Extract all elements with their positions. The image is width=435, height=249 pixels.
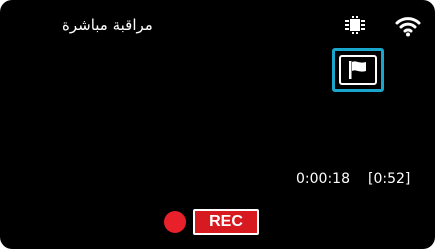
flag-icon <box>349 61 366 79</box>
record-dot-icon <box>164 211 186 233</box>
live-monitor-screen: مراقبة مباشرة 0:00:18 [0:52] REC <box>0 0 435 249</box>
chip-icon <box>345 16 365 34</box>
remaining-time: [0:52] <box>368 171 411 187</box>
flag-button[interactable] <box>332 48 384 92</box>
page-title: مراقبة مباشرة <box>62 16 153 34</box>
elapsed-time: 0:00:18 <box>296 171 350 187</box>
record-button[interactable]: REC <box>193 209 259 235</box>
wifi-icon <box>395 17 421 37</box>
